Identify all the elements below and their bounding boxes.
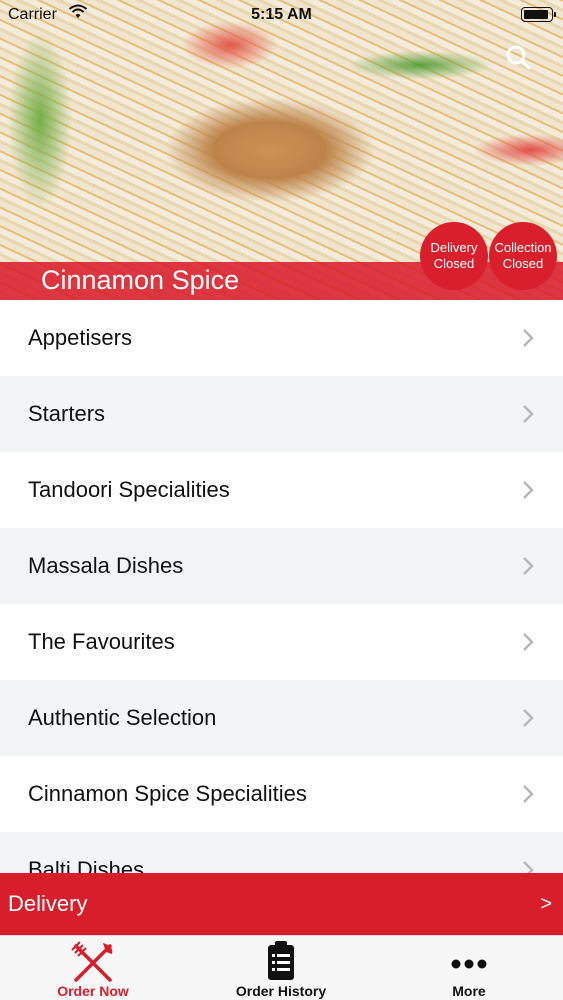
tab-order-now[interactable]: Order Now — [13, 936, 173, 1000]
restaurant-name: Cinnamon Spice — [41, 265, 240, 295]
chevron-right-icon — [523, 861, 534, 874]
menu-item-label: Balti Dishes — [28, 857, 145, 874]
menu-item-label: The Favourites — [28, 629, 175, 654]
more-dots-icon — [451, 959, 487, 969]
delivery-mode-button[interactable]: Delivery > — [0, 873, 563, 935]
status-time: 5:15 AM — [251, 6, 312, 23]
tab-order-history[interactable]: Order History — [201, 936, 361, 1000]
collection-status-badge: Collection Closed — [489, 222, 557, 290]
chevron-right-icon — [523, 785, 534, 803]
menu-item-label: Appetisers — [28, 325, 132, 350]
delivery-status-value: Closed — [433, 256, 475, 271]
tab-label: Order History — [235, 983, 327, 999]
collection-status-value: Closed — [502, 256, 544, 271]
menu-item-tandoori-specialities[interactable]: Tandoori Specialities — [0, 452, 563, 528]
tab-more[interactable]: More — [389, 936, 549, 1000]
tab-bar: Order Now Order History More — [0, 935, 563, 1000]
delivery-mode-label: Delivery — [8, 891, 88, 916]
clipboard-list-icon — [268, 941, 294, 980]
search-icon[interactable] — [505, 44, 531, 70]
chevron-right-icon — [523, 633, 534, 651]
menu-item-balti-dishes[interactable]: Balti Dishes — [0, 832, 563, 874]
chevron-right-icon — [523, 709, 534, 727]
chevron-right-icon — [523, 557, 534, 575]
menu-item-starters[interactable]: Starters — [0, 376, 563, 452]
delivery-status-badge: Delivery Closed — [420, 222, 488, 290]
menu-item-cinnamon-spice-specialities[interactable]: Cinnamon Spice Specialities — [0, 756, 563, 832]
chevron-right-icon: > — [540, 892, 552, 915]
menu-item-appetisers[interactable]: Appetisers — [0, 300, 563, 376]
delivery-status-title: Delivery — [430, 240, 478, 255]
chevron-right-icon — [523, 481, 534, 499]
menu-item-massala-dishes[interactable]: Massala Dishes — [0, 528, 563, 604]
menu-item-label: Massala Dishes — [28, 553, 184, 578]
battery-icon — [521, 7, 556, 22]
menu-item-label: Tandoori Specialities — [28, 477, 230, 502]
menu-item-label: Starters — [28, 401, 106, 426]
menu-category-list[interactable]: Appetisers Starters Tandoori Specialitie… — [0, 300, 563, 874]
menu-item-authentic-selection[interactable]: Authentic Selection — [0, 680, 563, 756]
tab-label: More — [452, 983, 486, 999]
collection-status-title: Collection — [494, 240, 552, 255]
status-bar: Carrier 5:15 AM — [0, 0, 563, 30]
menu-item-label: Cinnamon Spice Specialities — [28, 781, 307, 806]
chevron-right-icon — [523, 329, 534, 347]
menu-item-the-favourites[interactable]: The Favourites — [0, 604, 563, 680]
tab-label: Order Now — [57, 983, 129, 999]
chevron-right-icon — [523, 405, 534, 423]
fork-knife-icon — [71, 941, 113, 982]
menu-item-label: Authentic Selection — [28, 705, 217, 730]
